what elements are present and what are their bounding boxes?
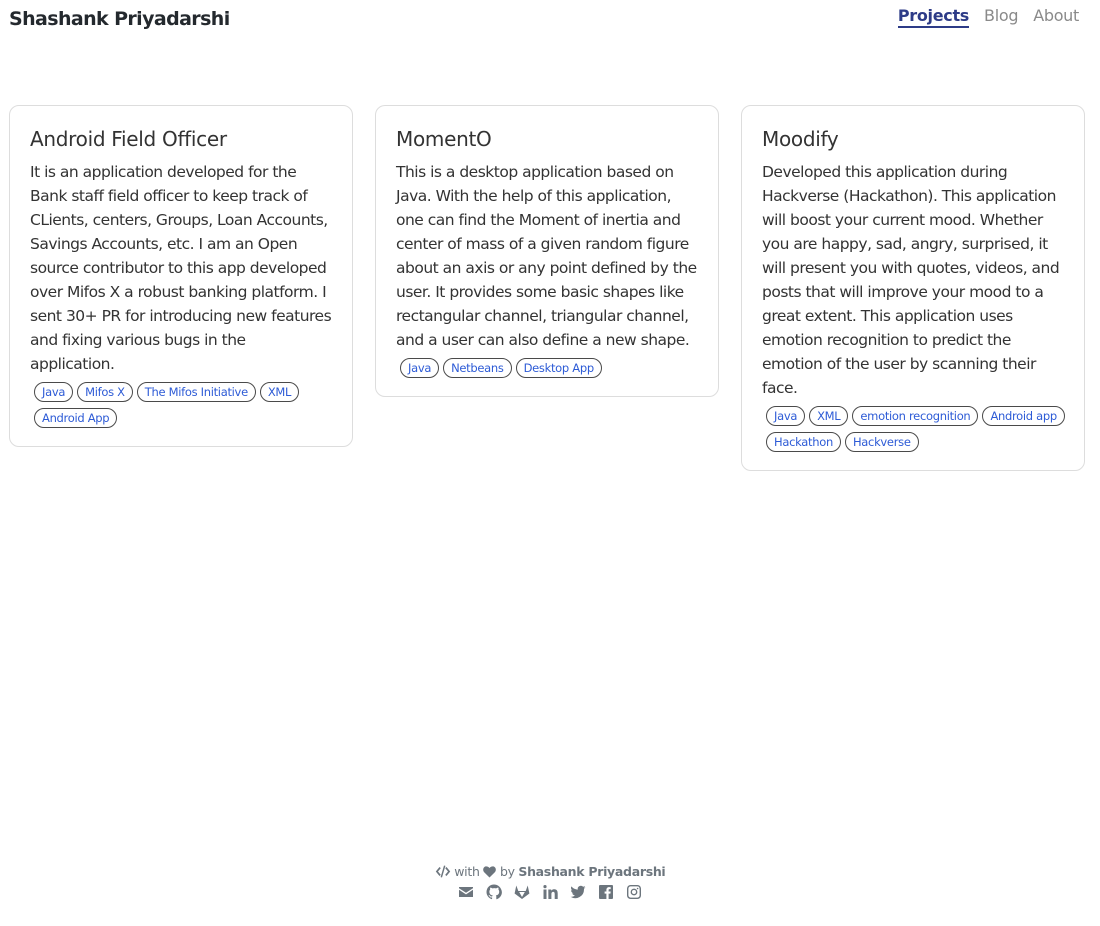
tag[interactable]: Android App <box>34 408 118 428</box>
footer-credit: with by Shashank Priyadarshi <box>0 864 1100 879</box>
footer-author-link[interactable]: Shashank Priyadarshi <box>518 864 665 879</box>
tag[interactable]: XML <box>259 382 300 402</box>
heart-icon <box>483 864 500 879</box>
project-description: Developed this application during Hackve… <box>762 163 1060 397</box>
project-description: It is an application developed for the B… <box>30 163 332 373</box>
linkedin-icon[interactable] <box>542 883 559 900</box>
code-icon <box>435 864 455 879</box>
tag[interactable]: emotion recognition <box>852 406 979 426</box>
facebook-icon[interactable] <box>598 883 615 900</box>
main-nav: Projects Blog About <box>897 6 1079 28</box>
tag[interactable]: Java <box>766 406 806 426</box>
site-footer: with by Shashank Priyadarshi <box>0 864 1100 900</box>
project-tags: Java Netbeans Desktop App <box>396 358 700 384</box>
tag[interactable]: Java <box>400 358 440 378</box>
tag[interactable]: Hackverse <box>844 432 919 452</box>
project-tags: Java XML emotion recognition Android app… <box>762 406 1066 458</box>
github-icon[interactable] <box>486 883 503 900</box>
social-links <box>0 883 1100 900</box>
site-title[interactable]: Shashank Priyadarshi <box>9 8 230 30</box>
project-tags: Java Mifos X The Mifos Initiative XML An… <box>30 382 334 434</box>
project-card-android-field-officer: Android Field Officer It is an applicati… <box>9 105 353 447</box>
twitter-icon[interactable] <box>570 883 587 900</box>
tag[interactable]: Mifos X <box>77 382 133 402</box>
nav-projects[interactable]: Projects <box>897 6 969 28</box>
tag[interactable]: XML <box>809 406 849 426</box>
tag[interactable]: Netbeans <box>443 358 512 378</box>
tag[interactable]: Desktop App <box>515 358 602 378</box>
project-description: This is a desktop application based on J… <box>396 163 697 349</box>
tag[interactable]: Java <box>34 382 74 402</box>
project-title: Moodify <box>762 127 839 151</box>
with-text: with <box>454 864 480 879</box>
nav-about[interactable]: About <box>1033 6 1079 28</box>
project-title: Android Field Officer <box>30 127 227 151</box>
project-card-moodify: Moodify Developed this application durin… <box>741 105 1085 471</box>
tag[interactable]: Android app <box>982 406 1065 426</box>
site-header: Shashank Priyadarshi Projects Blog About <box>0 0 1100 60</box>
nav-blog[interactable]: Blog <box>984 6 1018 28</box>
by-text: by <box>499 864 515 879</box>
gitlab-icon[interactable] <box>514 883 531 900</box>
tag[interactable]: Hackathon <box>766 432 841 452</box>
project-card-momento: MomentO This is a desktop application ba… <box>375 105 719 397</box>
tag[interactable]: The Mifos Initiative <box>136 382 256 402</box>
envelope-icon[interactable] <box>458 883 475 900</box>
instagram-icon[interactable] <box>626 883 643 900</box>
project-title: MomentO <box>396 127 492 151</box>
